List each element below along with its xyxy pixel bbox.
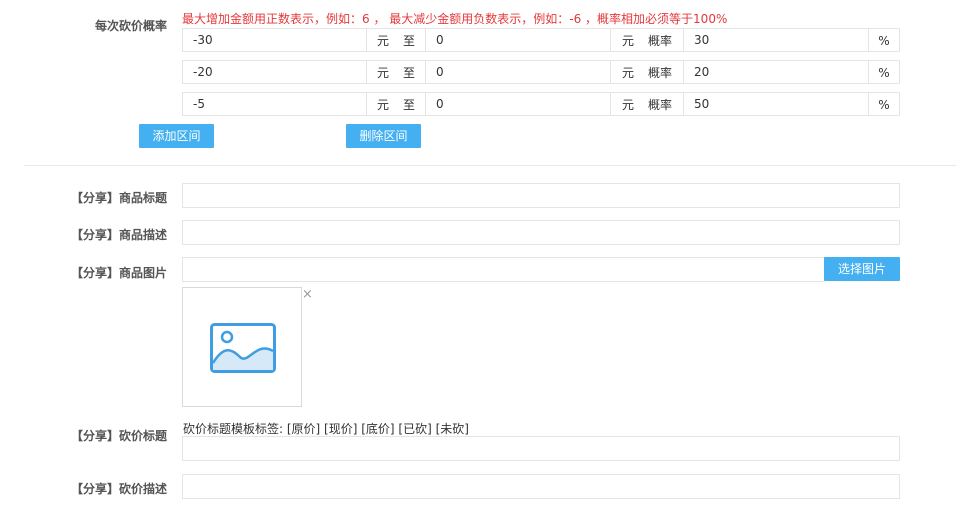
percent-label: % [869,60,900,84]
add-range-button[interactable]: 添加区间 [139,124,214,148]
share-title-label: 【分享】商品标题 [70,191,167,205]
delete-range-button[interactable]: 删除区间 [346,124,421,148]
range-from-input[interactable]: -20 [182,60,367,84]
share-desc-input[interactable] [182,220,900,245]
section-divider [24,165,956,166]
range-from-input[interactable]: -5 [182,92,367,116]
bargain-hint: 最大增加金额用正数表示，例如：6 ， 最大减少金额用负数表示，例如：-6 ，概率… [182,12,728,26]
image-preview [182,287,302,407]
bargain-probability-label: 每次砍价概率 [94,19,167,33]
percent-label: % [869,28,900,52]
yuan-prob-label: 元概率 [611,28,683,52]
probability-input[interactable]: 30 [683,28,869,52]
yuan-label: 元至 [367,28,425,52]
probability-input[interactable]: 20 [683,60,869,84]
share-image-input[interactable] [182,257,825,282]
bargain-range-row: -20 元至 0 元概率 20 % [182,60,900,84]
bargain-range-row: -5 元至 0 元概率 50 % [182,92,900,116]
yuan-label: 元至 [367,92,425,116]
remove-image-close-icon[interactable]: × [302,288,313,302]
choose-image-button[interactable]: 选择图片 [824,257,900,281]
range-from-input[interactable]: -30 [182,28,367,52]
range-to-input[interactable]: 0 [425,28,611,52]
probability-input[interactable]: 50 [683,92,869,116]
share-image-label: 【分享】商品图片 [70,266,167,280]
share-desc-label: 【分享】商品描述 [70,228,167,242]
percent-label: % [869,92,900,116]
range-to-input[interactable]: 0 [425,60,611,84]
bargain-title-input[interactable] [182,436,900,461]
bargain-desc-label: 【分享】砍价描述 [70,482,167,496]
bargain-title-label: 【分享】砍价标题 [70,429,167,443]
bargain-range-row: -30 元至 0 元概率 30 % [182,28,900,52]
range-to-input[interactable]: 0 [425,92,611,116]
yuan-prob-label: 元概率 [611,92,683,116]
image-placeholder-icon [210,323,276,373]
template-tags-hint: 砍价标题模板标签: [原价] [现价] [底价] [已砍] [未砍] [183,422,469,436]
share-title-input[interactable] [182,183,900,208]
yuan-label: 元至 [367,60,425,84]
yuan-prob-label: 元概率 [611,60,683,84]
bargain-desc-input[interactable] [182,474,900,499]
